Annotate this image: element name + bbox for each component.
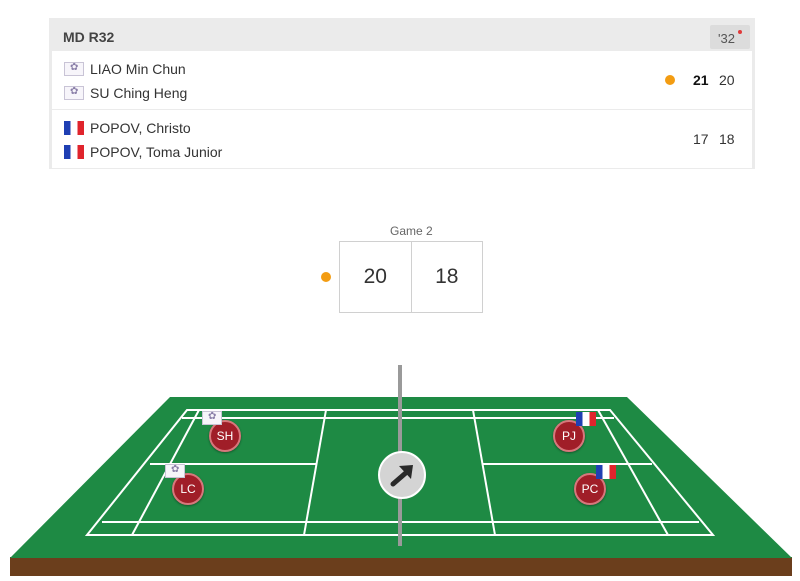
player-initials: PC <box>581 482 599 496</box>
current-game-label: Game 2 <box>390 224 433 238</box>
game-score: 17 <box>693 131 709 147</box>
live-indicator-icon <box>738 30 742 34</box>
match-time-badge: '32 <box>710 25 750 49</box>
match-time: '32 <box>718 31 735 46</box>
shuttle-direction-button[interactable] <box>378 451 426 499</box>
arrow-up-right-icon <box>390 465 413 487</box>
fra-flag-icon <box>64 145 84 159</box>
match-card-header: MD R32 '32 <box>52 21 752 49</box>
round-label: MD R32 <box>63 29 115 45</box>
fra-flag-icon <box>64 121 84 135</box>
tpe-flag-icon <box>64 62 84 76</box>
game-score: 21 <box>693 72 709 88</box>
player-initials: LC <box>180 482 196 496</box>
player-name: POPOV, Toma Junior <box>90 144 223 160</box>
court-base <box>10 557 792 576</box>
player-entry: POPOV, Christo <box>64 119 191 137</box>
current-game-score-box: 20 18 <box>339 241 483 313</box>
player-name: POPOV, Christo <box>90 120 191 136</box>
fra-flag-icon <box>596 465 616 479</box>
tpe-flag-icon <box>64 86 84 100</box>
tpe-flag-icon <box>165 464 185 478</box>
team-row: LIAO Min Chun SU Ching Heng 21 20 <box>52 51 752 109</box>
player-name: SU Ching Heng <box>90 85 188 101</box>
player-initials: SH <box>216 429 234 443</box>
match-card[interactable]: MD R32 '32 LIAO Min Chun SU Ching Heng 2… <box>49 18 755 169</box>
game-score: 18 <box>719 131 735 147</box>
player-entry: SU Ching Heng <box>64 84 187 102</box>
game-score: 20 <box>719 72 735 88</box>
player-name: LIAO Min Chun <box>90 61 186 77</box>
serve-indicator-icon <box>321 272 331 282</box>
tpe-flag-icon <box>202 411 222 425</box>
fra-flag-icon <box>576 412 596 426</box>
current-score-team-a: 20 <box>363 265 387 288</box>
team-row: POPOV, Christo POPOV, Toma Junior 17 18 <box>52 110 752 168</box>
player-entry: LIAO Min Chun <box>64 60 186 78</box>
current-score-team-b: 18 <box>410 242 483 312</box>
player-initials: PJ <box>561 429 576 443</box>
serve-indicator-icon <box>665 75 675 85</box>
player-entry: POPOV, Toma Junior <box>64 143 222 161</box>
